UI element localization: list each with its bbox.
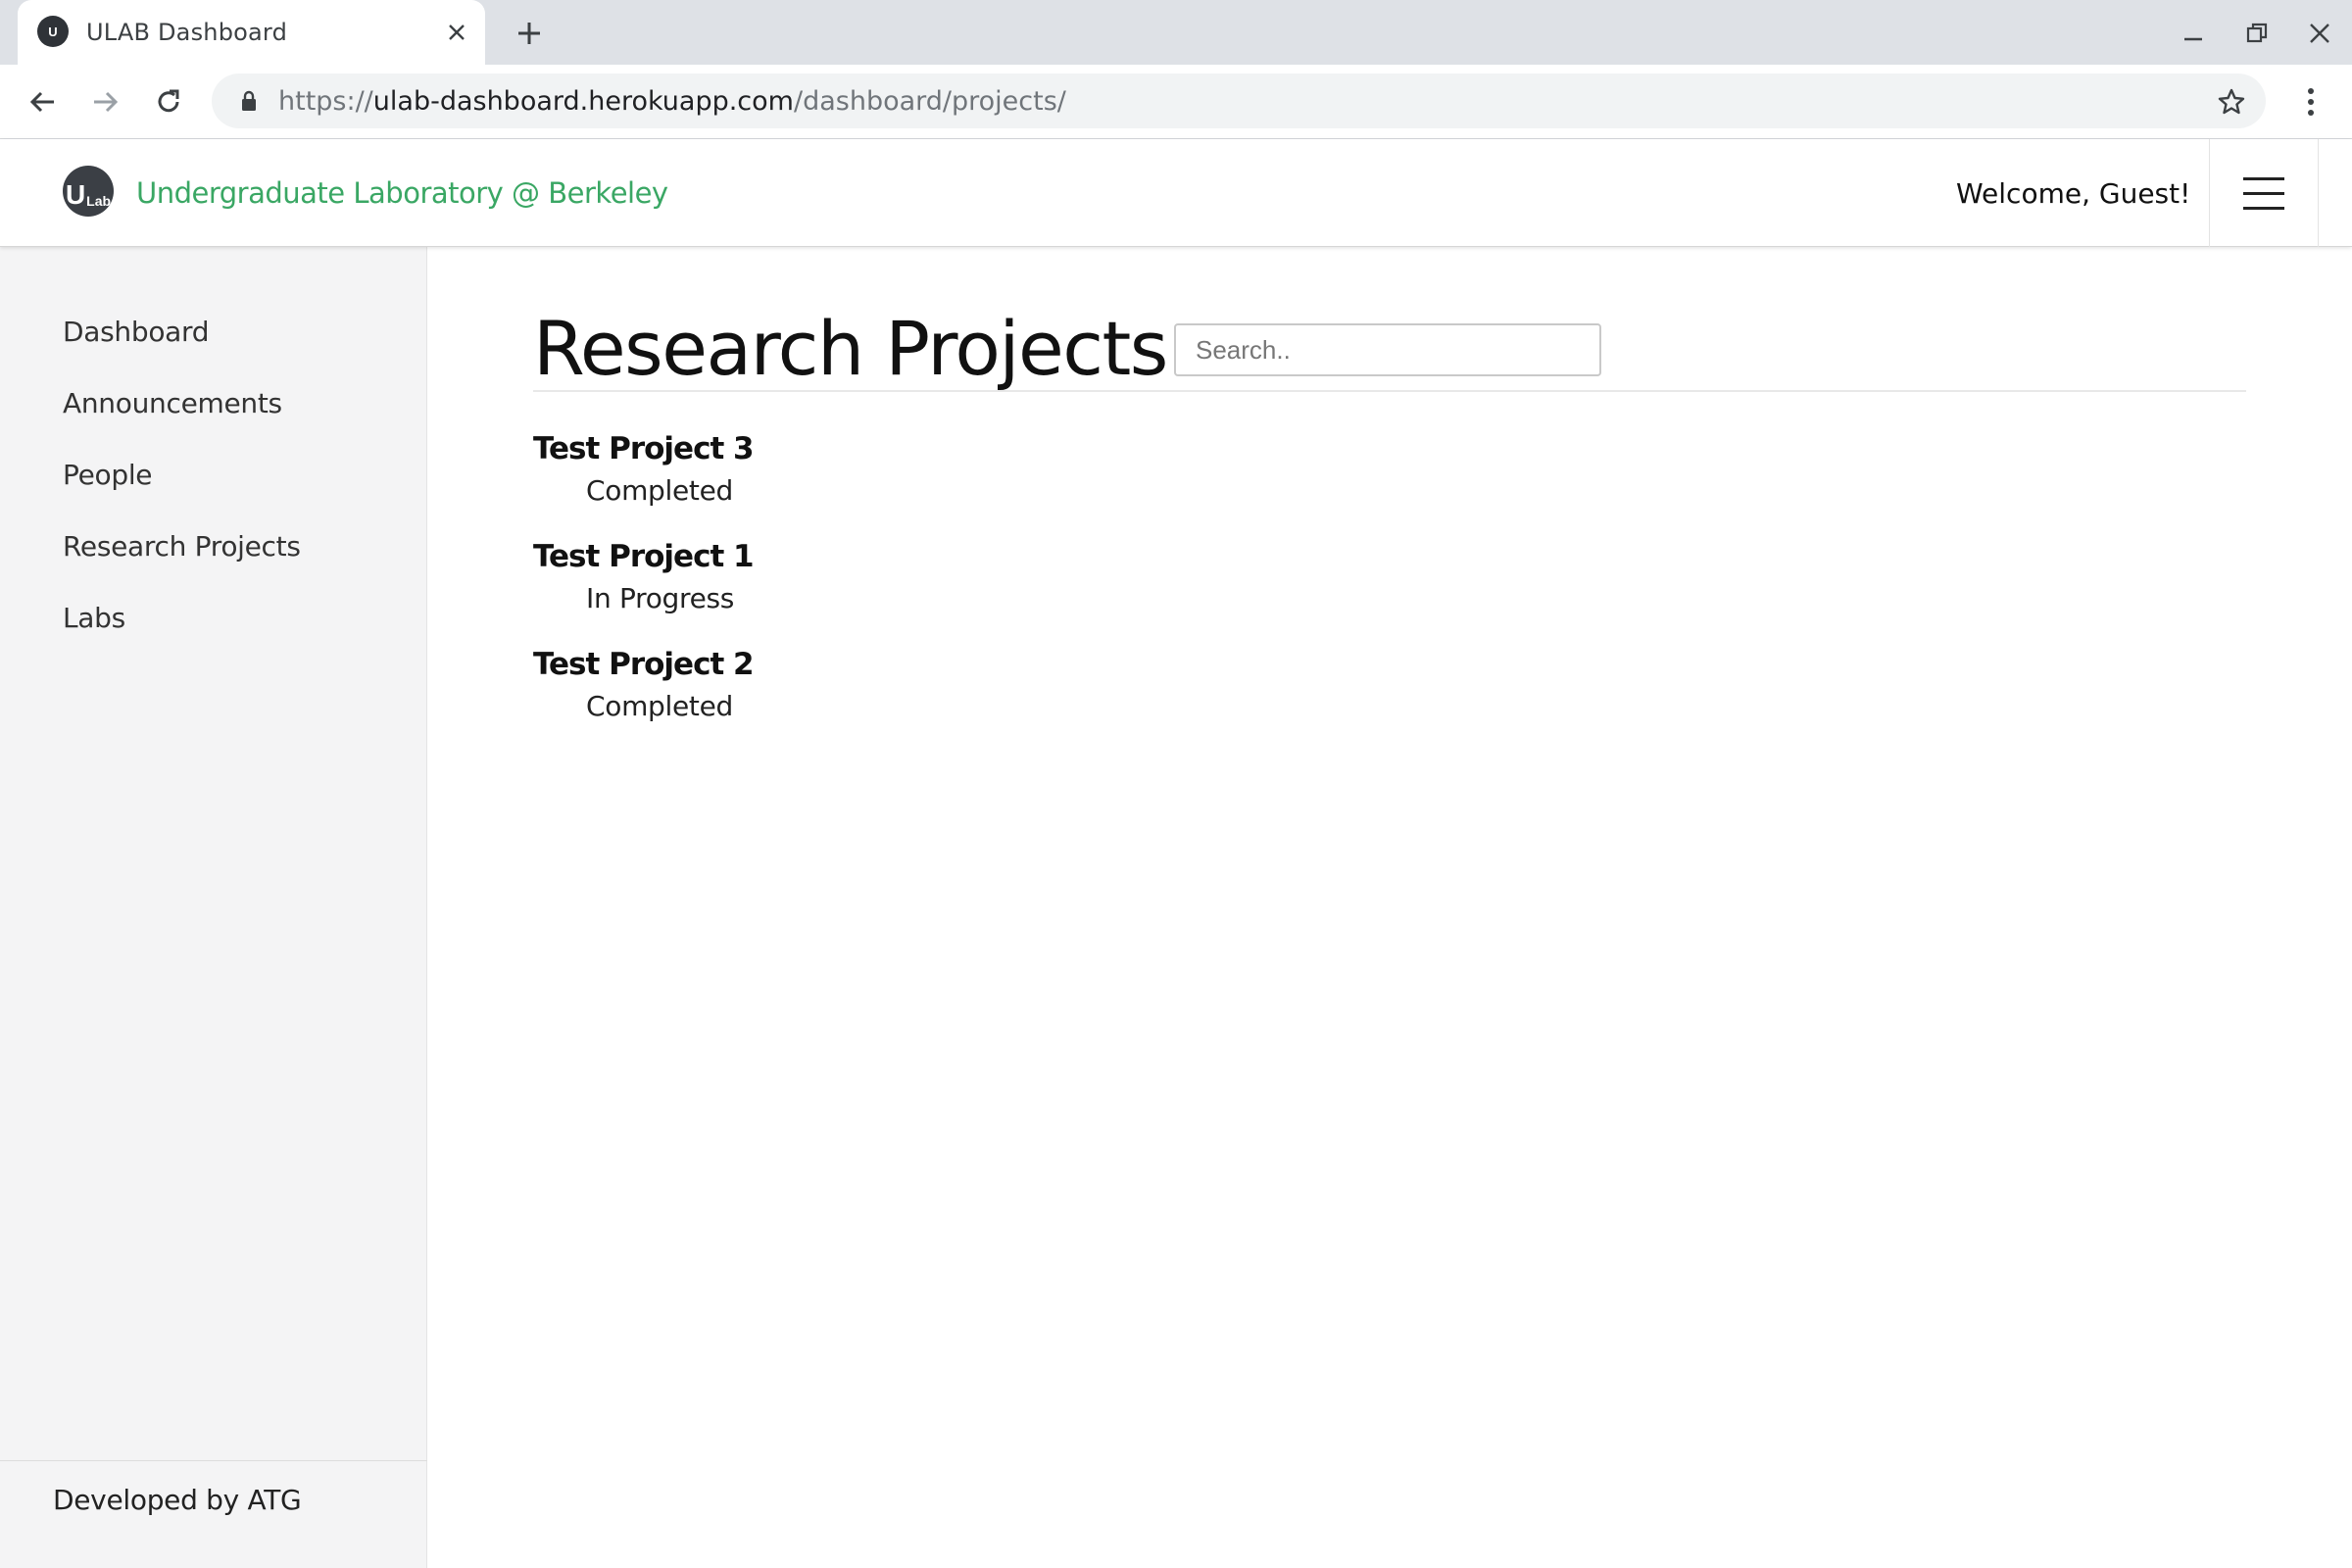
reload-icon[interactable] [147,80,190,123]
plus-icon[interactable] [510,14,549,53]
url-scheme: https:// [278,86,373,117]
logo-letter: U [65,179,86,210]
address-bar[interactable]: https://ulab-dashboard.herokuapp.com/das… [212,74,2266,128]
sidebar-item-research-projects[interactable]: Research Projects [63,530,301,602]
kebab-menu-icon[interactable] [2289,80,2332,123]
sidebar-item-people[interactable]: People [63,459,301,530]
page-title: Research Projects [533,305,1168,392]
list-item: Test Project 3 Completed [533,429,2246,537]
list-item: Test Project 2 Completed [533,645,2246,753]
project-status: Completed [586,690,734,722]
sidebar-item-announcements[interactable]: Announcements [63,387,301,459]
title-row: Research Projects [533,312,2246,392]
welcome-text: Welcome, Guest! [1956,177,2191,210]
project-status: Completed [586,474,734,507]
brand-link[interactable]: Undergraduate Laboratory @ Berkeley [136,176,668,210]
sidebar-nav: Dashboard Announcements People Research … [63,316,301,673]
url-host: ulab-dashboard.herokuapp.com [372,86,794,117]
sidebar-footer-divider [0,1460,427,1461]
list-item: Test Project 1 In Progress [533,537,2246,645]
ulab-favicon-icon: U [37,16,69,47]
sidebar-footer: Developed by ATG [53,1484,302,1516]
project-list: Test Project 3 Completed Test Project 1 … [533,429,2246,753]
minimize-icon[interactable] [2174,14,2213,53]
forward-arrow-icon[interactable] [83,80,126,123]
header-divider [2209,139,2210,247]
tab-title: ULAB Dashboard [86,19,288,46]
browser-toolbar: https://ulab-dashboard.herokuapp.com/das… [0,65,2352,139]
project-name-link[interactable]: Test Project 3 [533,429,2246,474]
sidebar-item-labs[interactable]: Labs [63,602,301,673]
url-text: https://ulab-dashboard.herokuapp.com/das… [278,86,1066,117]
browser-tab[interactable]: U ULAB Dashboard [18,0,485,65]
search-input[interactable] [1174,323,1601,376]
lock-icon [237,89,261,113]
logo-suffix: Lab [86,193,112,209]
sidebar-item-dashboard[interactable]: Dashboard [63,316,301,387]
sidebar: Dashboard Announcements People Research … [0,247,427,1568]
header-divider [2318,139,2319,247]
project-status: In Progress [586,582,735,614]
window-close-icon[interactable] [2300,14,2339,53]
close-icon[interactable] [441,17,472,48]
project-name-link[interactable]: Test Project 1 [533,537,2246,582]
page: U Lab Undergraduate Laboratory @ Berkeley… [0,139,2352,1568]
back-arrow-icon[interactable] [22,80,65,123]
favicon-letter: U [48,24,58,39]
browser-tabstrip: U ULAB Dashboard [0,0,2352,65]
hamburger-menu-icon[interactable] [2225,159,2303,227]
url-path: /dashboard/projects/ [793,86,1066,117]
site-header: U Lab Undergraduate Laboratory @ Berkeley… [0,139,2352,247]
ulab-logo[interactable]: U Lab [63,166,114,217]
project-name-link[interactable]: Test Project 2 [533,645,2246,690]
star-icon[interactable] [2215,85,2248,119]
restore-icon[interactable] [2237,14,2277,53]
